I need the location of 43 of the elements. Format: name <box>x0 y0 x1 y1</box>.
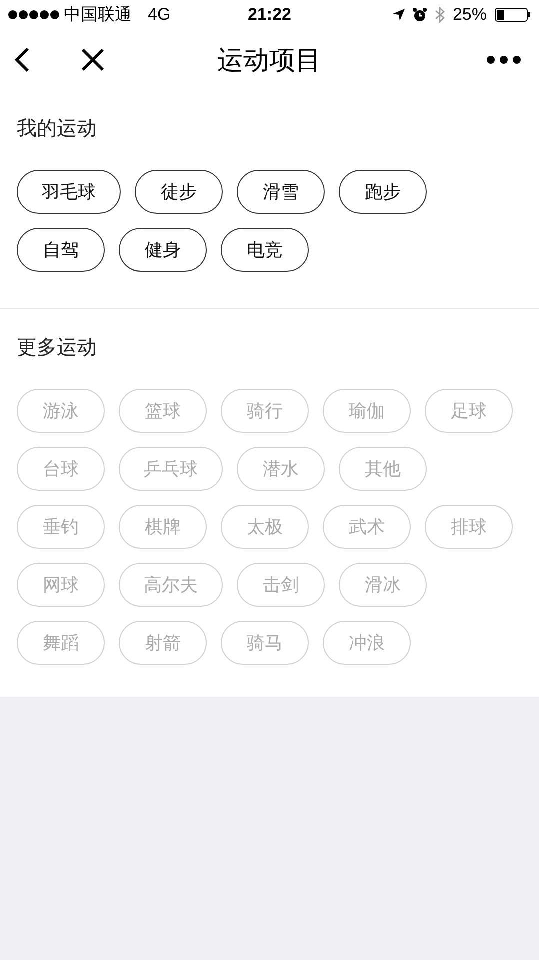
carrier-name: 中国联通 <box>64 4 132 26</box>
sport-tag[interactable]: 骑马 <box>221 621 309 665</box>
sport-tag[interactable]: 乒乓球 <box>119 447 223 491</box>
battery-percent: 25% <box>452 4 487 26</box>
back-icon[interactable] <box>14 47 30 73</box>
network-type: 4G <box>148 4 171 26</box>
sport-tag[interactable]: 滑冰 <box>339 563 427 607</box>
sport-tag[interactable]: 足球 <box>425 389 513 433</box>
sport-tag[interactable]: 击剑 <box>237 563 325 607</box>
sport-tag[interactable]: 游泳 <box>17 389 105 433</box>
signal-icon <box>8 10 60 20</box>
battery-icon <box>495 8 531 22</box>
sport-tag[interactable]: 徒步 <box>135 170 223 214</box>
sport-tag[interactable]: 跑步 <box>339 170 427 214</box>
sport-tag[interactable]: 网球 <box>17 563 105 607</box>
alarm-clock-icon <box>412 8 427 22</box>
sport-tag[interactable]: 羽毛球 <box>17 170 121 214</box>
sport-tag[interactable]: 舞蹈 <box>17 621 105 665</box>
location-arrow-icon <box>392 9 405 21</box>
sport-tag[interactable]: 棋牌 <box>119 505 207 549</box>
sport-tag[interactable]: 自驾 <box>17 228 105 272</box>
sport-tag[interactable]: 冲浪 <box>323 621 411 665</box>
sport-tag[interactable]: 射箭 <box>119 621 207 665</box>
sport-tag[interactable]: 台球 <box>17 447 105 491</box>
sport-tag[interactable]: 篮球 <box>119 389 207 433</box>
page-title: 运动项目 <box>218 44 322 76</box>
sport-tag[interactable]: 其他 <box>339 447 427 491</box>
more-icon[interactable] <box>487 56 521 64</box>
sport-tag[interactable]: 健身 <box>119 228 207 272</box>
sport-tag[interactable]: 武术 <box>323 505 411 549</box>
bluetooth-icon <box>434 7 445 23</box>
sport-tag[interactable]: 排球 <box>425 505 513 549</box>
sport-tag[interactable]: 瑜伽 <box>323 389 411 433</box>
status-time: 21:22 <box>248 4 292 26</box>
section-title: 我的运动 <box>17 117 98 142</box>
sport-tag[interactable]: 滑雪 <box>237 170 325 214</box>
sport-tag[interactable]: 垂钓 <box>17 505 105 549</box>
sport-tag[interactable]: 电竞 <box>221 228 309 272</box>
section-title: 更多运动 <box>17 336 98 361</box>
sport-tag[interactable]: 潜水 <box>237 447 325 491</box>
sport-tag[interactable]: 骑行 <box>221 389 309 433</box>
sport-tag[interactable]: 太极 <box>221 505 309 549</box>
sport-tag[interactable]: 高尔夫 <box>119 563 223 607</box>
